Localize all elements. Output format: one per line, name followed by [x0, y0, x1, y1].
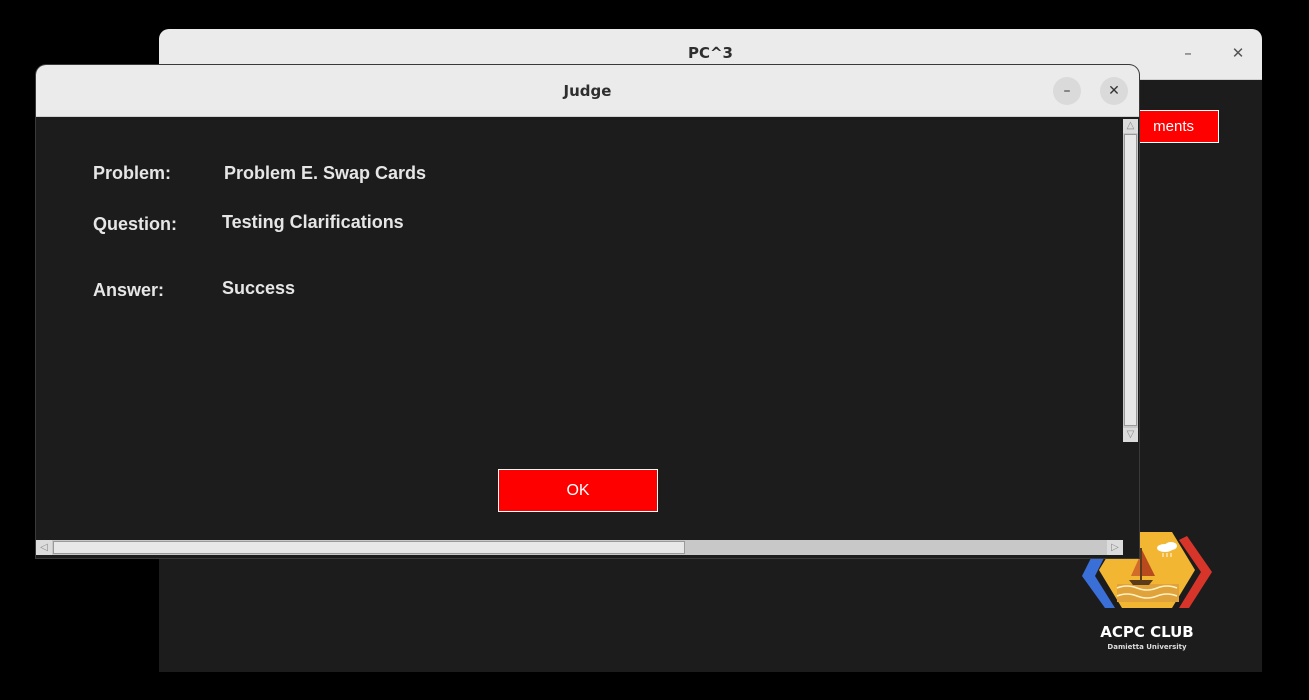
logo-subtitle: Damietta University: [1107, 643, 1187, 651]
scroll-down-icon[interactable]: ▽: [1123, 428, 1138, 442]
main-window-title: PC^3: [687, 44, 733, 62]
main-window-minimize-icon[interactable]: –: [1176, 41, 1200, 65]
problem-value: Problem E. Swap Cards: [224, 163, 427, 183]
logo-title: ACPC CLUB: [1100, 623, 1194, 641]
vertical-scroll-thumb[interactable]: [1124, 134, 1137, 426]
ok-button[interactable]: OK: [498, 469, 658, 512]
answer-value: Success: [222, 278, 296, 298]
scroll-left-icon[interactable]: ◁: [36, 540, 52, 555]
judge-dialog: Judge – ✕ Problem: Problem E. Swap Cards…: [36, 65, 1139, 558]
vertical-scrollbar[interactable]: △ ▽: [1123, 119, 1138, 442]
question-value: Testing Clarifications: [222, 212, 404, 232]
scroll-right-icon[interactable]: ▷: [1107, 540, 1123, 555]
answer-label: Answer:: [93, 280, 165, 300]
judge-dialog-title: Judge: [563, 82, 612, 100]
dialog-close-icon[interactable]: ✕: [1100, 77, 1128, 105]
problem-label: Problem:: [93, 163, 172, 183]
scroll-up-icon[interactable]: △: [1123, 119, 1138, 133]
horizontal-scroll-thumb[interactable]: [53, 541, 685, 554]
main-window-close-icon[interactable]: ✕: [1226, 41, 1250, 65]
horizontal-scrollbar[interactable]: ◁ ▷: [36, 540, 1123, 555]
question-label: Question:: [93, 214, 177, 234]
dialog-minimize-icon[interactable]: –: [1053, 77, 1081, 105]
judge-dialog-titlebar[interactable]: Judge – ✕: [36, 65, 1139, 117]
